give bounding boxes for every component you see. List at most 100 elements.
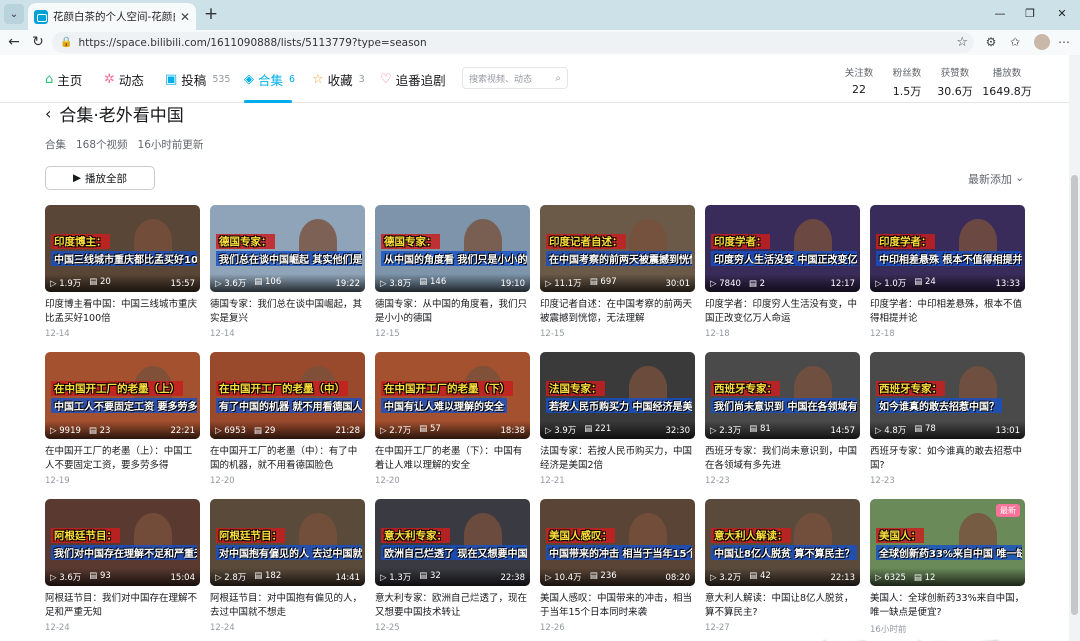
video-card[interactable]: 美国人感叹： 中国带来的冲击 相当于当年15个日本 ▷ 10.4万▤ 236 08:2… bbox=[540, 499, 695, 633]
favorites-icon[interactable]: ✩ bbox=[1007, 34, 1023, 50]
nav-bangumi[interactable]: ♡ 追番追剧 bbox=[380, 69, 446, 89]
video-thumbnail[interactable]: 阿根廷节目： 我们对中国存在理解不足和严重无知 ▷ 3.6万▤ 93 15:04 bbox=[45, 499, 200, 586]
video-card[interactable]: 阿根廷节目：我们对中国存在理解不足和严重无知▷ 3.6万▤ 9315:04 阿根廷… bbox=[45, 499, 200, 633]
play-count-icon: ▷ bbox=[875, 426, 882, 436]
video-title[interactable]: 印度记者自述：在中国考察的前两天被震撼到恍惚，无法理解 bbox=[540, 298, 695, 326]
scrollbar-thumb[interactable] bbox=[1071, 175, 1078, 615]
video-thumbnail[interactable]: 德国专家： 从中国的角度看 我们只是小小的德国 ▷ 3.8万▤ 146 19:10 bbox=[375, 205, 530, 292]
video-title[interactable]: 德国专家：我们总在谈中国崛起，其实是复兴 bbox=[210, 298, 365, 326]
video-thumbnail[interactable]: 美国人： 全球创新药33%来自中国 唯一缺点是便宜？ ▷ 6325▤ 12 最新 bbox=[870, 499, 1025, 586]
video-card[interactable]: 美国人： 全球创新药33%来自中国 唯一缺点是便宜？ ▷ 6325▤ 12 最新美国人… bbox=[870, 499, 1025, 635]
danmaku-icon: ▤ bbox=[254, 277, 263, 287]
video-stats: ▷ 3.6万 ▤ 93 bbox=[50, 571, 111, 583]
video-thumbnail[interactable]: 印度学者： 中印相差悬殊 根本不值得相提并论 ▷ 1.0万 ▤ 24 13:33 bbox=[870, 205, 1025, 292]
danmaku-icon: ▤ bbox=[419, 277, 428, 287]
danmaku-icon: ▤ bbox=[589, 571, 598, 581]
video-card[interactable]: 印度学者： 中印相差悬殊 根本不值得相提并论 ▷ 1.0万 ▤ 24 13:33 印度学者… bbox=[870, 205, 1025, 339]
video-title[interactable]: 阿根廷节目：我们对中国存在理解不足和严重无知 bbox=[45, 592, 200, 620]
video-title[interactable]: 在中国开工厂的老墨（中）：有了中国的机器，就不用看德国脸色 bbox=[210, 445, 365, 473]
video-card[interactable]: 德国专家：我们总在谈中国崛起 其实他们是复兴▷ 3.6万▤ 10619:22 德国… bbox=[210, 205, 365, 339]
restore-icon[interactable]: ❐ bbox=[1020, 5, 1040, 23]
video-card[interactable]: 西班牙专家： 如今谁真的敢去招惹中国？ ▷ 4.8万 ▤ 78 13:01 西班牙专家：如… bbox=[870, 352, 1025, 486]
nav-uploads[interactable]: ▣ 投稿 535 bbox=[165, 69, 230, 89]
video-title[interactable]: 阿根廷节目：对中国抱有偏见的人，去过中国就不想走 bbox=[210, 592, 365, 620]
video-thumbnail[interactable]: 在中国开工厂的老墨（中） 有了中国的机器 就不用看德国人脸色 ▷ 6953▤ 29 2… bbox=[210, 352, 365, 439]
video-thumbnail[interactable]: 印度博主： 中国三线城市重庆都比孟买好100倍 ▷ 1.9万▤ 20 15:57 bbox=[45, 205, 200, 292]
collection-type: 合集 bbox=[45, 139, 66, 151]
video-thumbnail[interactable]: 意大利专家： 欧洲自己烂透了 现在又想要中国技术转让 ▷ 1.3万▤ 32 22:38 bbox=[375, 499, 530, 586]
video-thumbnail[interactable]: 法国专家： 若按人民币购买力 中国经济是美国2倍 ▷ 3.9万▤ 221 32:30 bbox=[540, 352, 695, 439]
video-card[interactable]: 西班牙专家：我们尚未意识到 中国在各领域有多先进▷ 2.3万▤ 8114:57 西… bbox=[705, 352, 860, 486]
profile-avatar[interactable] bbox=[1034, 34, 1050, 50]
video-title[interactable]: 意大利人解读：中国让8亿人脱贫，算不算民主? bbox=[705, 592, 860, 620]
video-card[interactable]: 阿根廷节目： 对中国抱有偏见的人 去过中国就不想走 ▷ 2.8万▤ 182 14:41… bbox=[210, 499, 365, 633]
nav-dynamic[interactable]: ✲ 动态 bbox=[104, 69, 144, 89]
new-tab-plus-icon[interactable]: + bbox=[202, 5, 220, 23]
video-title[interactable]: 西班牙专家：我们尚未意识到，中国在各领域有多先进 bbox=[705, 445, 860, 473]
nav-home[interactable]: ⌂ 主页 bbox=[45, 69, 82, 89]
tv-icon: ▣ bbox=[165, 71, 178, 87]
video-stats: ▷ 4.8万 ▤ 78 bbox=[875, 424, 936, 436]
window-close-icon[interactable]: ✕ bbox=[1052, 5, 1072, 23]
back-chevron-icon[interactable]: ‹ bbox=[45, 104, 51, 123]
video-card[interactable]: 法国专家：若按人民币购买力 中国经济是美国2倍▷ 3.9万▤ 22132:30 法… bbox=[540, 352, 695, 486]
video-date: 12-14 bbox=[210, 329, 235, 339]
tab-close-icon[interactable]: ✕ bbox=[180, 10, 190, 24]
page-scrollbar[interactable] bbox=[1069, 55, 1080, 641]
video-title[interactable]: 美国人感叹：中国带来的冲击，相当于当年15个日本同时来袭 bbox=[540, 592, 695, 620]
nav-favorites[interactable]: ☆ 收藏 3 bbox=[312, 69, 365, 89]
video-title[interactable]: 在中国开工厂的老墨（上）：中国工人不要固定工资，要多劳多得 bbox=[45, 445, 200, 473]
video-title[interactable]: 西班牙专家：如今谁真的敢去招惹中国? bbox=[870, 445, 1025, 473]
video-title[interactable]: 印度博主看中国：中国三线城市重庆比孟买好100倍 bbox=[45, 298, 200, 326]
dynamic-icon: ✲ bbox=[104, 71, 115, 87]
video-card[interactable]: 意大利专家： 欧洲自己烂透了 现在又想要中国技术转让 ▷ 1.3万▤ 32 22:38… bbox=[375, 499, 530, 633]
play-all-button[interactable]: ▶ 播放全部 bbox=[45, 166, 155, 190]
video-title[interactable]: 意大利专家：欧洲自己烂透了，现在又想要中国技术转让 bbox=[375, 592, 530, 620]
video-thumbnail[interactable]: 意大利人解读： 中国让8亿人脱贫 算不算民主？ ▷ 3.2万 ▤ 42 22:13 bbox=[705, 499, 860, 586]
reload-icon[interactable]: ↻ bbox=[29, 33, 47, 51]
more-menu-icon[interactable]: ⋯ bbox=[1056, 34, 1072, 50]
video-date: 12-25 bbox=[375, 623, 400, 633]
video-card[interactable]: 意大利人解读： 中国让8亿人脱贫 算不算民主？ ▷ 3.2万 ▤ 42 22:13 意大利… bbox=[705, 499, 860, 633]
video-thumbnail[interactable]: 西班牙专家： 如今谁真的敢去招惹中国？ ▷ 4.8万 ▤ 78 13:01 bbox=[870, 352, 1025, 439]
stat-following[interactable]: 关注数 22 bbox=[839, 65, 879, 96]
video-card[interactable]: 在中国开工厂的老墨（下） 中国有让人难以理解的安全 ▷ 2.7万 ▤ 57 18:38 在… bbox=[375, 352, 530, 486]
video-card[interactable]: 在中国开工厂的老墨（上） 中国工人不要固定工资 要多劳多得 ▷ 9919 ▤ 23 22… bbox=[45, 352, 200, 486]
video-card[interactable]: 在中国开工厂的老墨（中） 有了中国的机器 就不用看德国人脸色 ▷ 6953▤ 29 2… bbox=[210, 352, 365, 486]
space-search-input[interactable]: 搜索视频、动态 ⌕ bbox=[462, 67, 568, 89]
video-title[interactable]: 在中国开工厂的老墨（下）：中国有着让人难以理解的安全 bbox=[375, 445, 530, 473]
play-count-icon: ▷ bbox=[545, 426, 552, 436]
video-thumbnail[interactable]: 在中国开工厂的老墨（下） 中国有让人难以理解的安全 ▷ 2.7万 ▤ 57 18:38 bbox=[375, 352, 530, 439]
video-title[interactable]: 美国人：全球创新药33%来自中国，唯一缺点是便宜? bbox=[870, 592, 1025, 620]
stat-followers[interactable]: 粉丝数 1.5万 bbox=[887, 65, 927, 99]
video-thumbnail[interactable]: 印度记者自述： 在中国考察的前两天被震撼到恍惚，无法理解 ▷ 11.1万▤ 697 3… bbox=[540, 205, 695, 292]
video-thumbnail[interactable]: 在中国开工厂的老墨（上） 中国工人不要固定工资 要多劳多得 ▷ 9919 ▤ 23 22… bbox=[45, 352, 200, 439]
video-title[interactable]: 法国专家：若按人民币购买力，中国经济是美国2倍 bbox=[540, 445, 695, 473]
sort-dropdown[interactable]: 最新添加 ⌄ bbox=[968, 171, 1024, 187]
search-icon[interactable]: ⌕ bbox=[555, 73, 561, 84]
video-thumbnail[interactable]: 印度学者： 印度穷人生活没变 中国正改变亿万人命运 ▷ 7840▤ 2 12:17 bbox=[705, 205, 860, 292]
minimize-icon[interactable]: — bbox=[990, 5, 1010, 23]
video-card[interactable]: 印度记者自述：在中国考察的前两天被震撼到恍惚，无法理解▷ 11.1万▤ 6973… bbox=[540, 205, 695, 339]
thumbnail-caption-top: 美国人感叹： bbox=[546, 528, 615, 543]
video-card[interactable]: 德国专家：从中国的角度看 我们只是小小的德国▷ 3.8万▤ 14619:10 德国… bbox=[375, 205, 530, 339]
browser-tab-active[interactable]: 花颜白茶的个人空间-花颜白茶个人 ✕ bbox=[28, 3, 196, 30]
video-title[interactable]: 德国专家：从中国的角度看，我们只是小小的德国 bbox=[375, 298, 530, 326]
video-title[interactable]: 印度学者：中印相差悬殊，根本不值得相提并论 bbox=[870, 298, 1025, 326]
heart-icon: ♡ bbox=[380, 71, 392, 87]
video-thumbnail[interactable]: 美国人感叹： 中国带来的冲击 相当于当年15个日本 ▷ 10.4万▤ 236 08:2… bbox=[540, 499, 695, 586]
thumbnail-caption-top: 西班牙专家： bbox=[876, 381, 945, 396]
bookmark-star-icon[interactable]: ☆ bbox=[956, 35, 974, 50]
nav-collections[interactable]: ◈ 合集 6 bbox=[244, 69, 295, 89]
video-thumbnail[interactable]: 西班牙专家： 我们尚未意识到 中国在各领域有多先进 ▷ 2.3万▤ 81 14:57 bbox=[705, 352, 860, 439]
video-title[interactable]: 印度学者：印度穷人生活没有变，中国正改变亿万人命运 bbox=[705, 298, 860, 326]
video-card[interactable]: 印度博主：中国三线城市重庆都比孟买好100倍▷ 1.9万▤ 2015:57 印度博… bbox=[45, 205, 200, 339]
video-stats: ▷ 3.8万 ▤ 146 bbox=[380, 277, 447, 289]
tab-list-chevron-icon[interactable]: ⌄ bbox=[4, 4, 24, 24]
video-thumbnail[interactable]: 德国专家： 我们总在谈中国崛起 其实他们是复兴 ▷ 3.6万▤ 106 19:22 bbox=[210, 205, 365, 292]
address-bar[interactable]: 🔒 https://space.bilibili.com/1611090888/… bbox=[52, 32, 974, 53]
extension-icon[interactable]: ⚙ bbox=[983, 34, 999, 50]
video-thumbnail[interactable]: 阿根廷节目： 对中国抱有偏见的人 去过中国就不想走 ▷ 2.8万▤ 182 14:41 bbox=[210, 499, 365, 586]
video-card[interactable]: 印度学者：印度穷人生活没变 中国正改变亿万人命运▷ 7840▤ 212:17 印度… bbox=[705, 205, 860, 339]
back-arrow-icon[interactable]: ← bbox=[5, 33, 23, 51]
